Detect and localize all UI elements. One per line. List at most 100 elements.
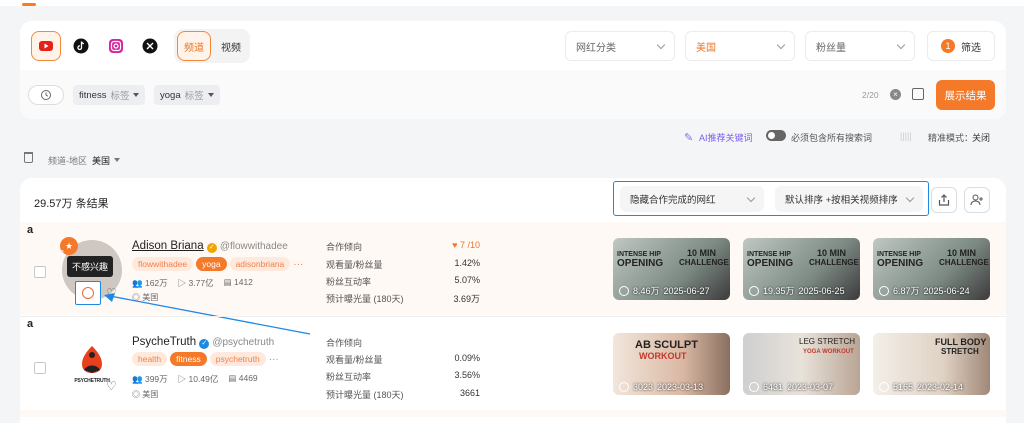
thumb-title: CHALLENGE [939,258,989,267]
content-tag[interactable]: fitness [170,352,207,366]
region-value[interactable]: 美国 [92,154,110,167]
mode-channel-button[interactable]: 频道 [177,31,211,61]
views-value: 10.49亿 [188,374,219,384]
play-icon: ▷ [177,278,187,288]
not-interested-button[interactable] [75,281,101,305]
thumb-title: OPENING [747,258,794,269]
video-thumbnail[interactable]: AB SCULPT WORKOUT 3023 2023-03-13 [613,333,730,395]
content-tag[interactable]: yoga [196,257,227,271]
video-thumbnail[interactable]: FULL BODY STRETCH 5165 2023-02-14 [873,333,990,395]
export-button[interactable] [931,187,957,213]
verified-icon: ✓ [206,243,217,253]
influencer-name[interactable]: Adison Briana ✓ @flowwithadee [132,240,288,253]
search-tag[interactable]: yoga 标签 [154,85,220,105]
ai-keywords-icon[interactable]: ✎ [684,131,693,144]
filter-label: 筛选 [961,42,981,54]
amazon-icon: a [27,224,34,236]
ratio-value: 0.09% [454,353,480,363]
category-dropdown[interactable]: 网红分类 [565,31,675,61]
location: ◎ 美国 [132,389,158,400]
precise-mode-value[interactable]: 关闭 [972,131,990,144]
search-count: 2/20 [862,90,879,100]
video-date: 2023-02-14 [917,382,964,392]
thumb-title: WORKOUT [639,351,687,361]
video-views: 5165 [893,382,914,392]
logo-text: PSYCHETRUTH [74,378,110,384]
region-label: 频道-地区 [48,156,87,166]
video-date: 2025-06-24 [923,285,970,296]
video-date: 2025-06-25 [798,285,845,296]
tag-text: fitness [79,89,107,101]
row-checkbox[interactable] [34,266,46,278]
followers-label: 粉丝量 [816,42,846,54]
engage-value: 3.56% [454,370,480,380]
clear-icon[interactable]: × [890,89,901,100]
ai-keywords-link[interactable]: AI推荐关键词 [699,131,753,144]
verified-icon: ✓ [199,339,210,349]
content-tag[interactable]: flowwithadee [132,257,194,271]
video-thumbnail[interactable]: INTENSE HIP OPENING 10 MIN CHALLENGE 6.8… [873,238,990,300]
tiktok-button[interactable] [66,31,96,61]
meditation-logo-icon [82,346,102,373]
metric-label: 合作倾向 [326,338,363,348]
more-tags-icon[interactable]: ··· [293,259,303,270]
followers-dropdown[interactable]: 粉丝量 [805,31,915,61]
youtube-button[interactable] [31,31,61,61]
history-icon[interactable] [28,85,64,105]
thumb-title: 10 MIN [687,248,717,258]
thumb-title: LEG STRETCH [799,337,856,346]
heart-icon: ♥ [452,240,458,250]
video-views: 19.35万 [763,286,795,296]
more-tags-icon[interactable]: ··· [269,354,279,365]
videos-value: 4469 [238,373,258,383]
handle-text: @flowwithadee [219,241,288,252]
chevron-down-icon [656,40,666,49]
metric-label: 观看量/粉丝量 [326,355,383,365]
country-dropdown[interactable]: 美国 [685,31,795,61]
play-icon [619,382,629,392]
category-label: 网红分类 [576,42,616,54]
metric-label: 粉丝互动率 [326,372,372,382]
sort-dropdown[interactable]: 默认排序 +按相关视频排序 [775,186,923,212]
name-text[interactable]: Adison Briana [132,240,204,252]
stats: 👥 399万 ▷ 10.49亿 ▤ 4469 [132,373,258,385]
video-count-icon: ▤ [228,373,237,383]
tag-type: 标签 [110,91,130,102]
influencer-name[interactable]: PsycheTruth ✓ @psychetruth [132,336,274,349]
rank-number: 3 [60,250,64,257]
name-text[interactable]: PsycheTruth [132,336,196,348]
mode-video-button[interactable]: 视频 [214,31,248,61]
chevron-down-icon [896,40,906,49]
search-tag[interactable]: fitness 标签 [73,85,146,105]
video-thumbnail[interactable]: INTENSE HIP OPENING 10 MIN CHALLENGE 8.4… [613,238,730,300]
youtube-icon [39,41,53,51]
video-views: 6431 [763,382,784,392]
filter-button[interactable]: 1 筛选 [927,31,995,61]
row-checkbox[interactable] [34,362,46,374]
video-count-icon: ▤ [223,277,232,287]
video-thumbnail[interactable]: INTENSE HIP OPENING 10 MIN CHALLENGE 19.… [743,238,860,300]
instagram-button[interactable] [101,31,131,61]
sort-label: 默认排序 +按相关视频排序 [785,195,898,206]
x-button[interactable] [135,31,165,61]
caret-down-icon [133,93,140,97]
thumb-title: 10 MIN [947,248,977,258]
handle-text: @psychetruth [212,337,275,348]
location-icon: ◎ [132,390,140,399]
content-tag[interactable]: adisonbriana [229,257,291,271]
content-tag[interactable]: psychetruth [209,352,266,366]
video-thumbnail[interactable]: LEG STRETCH YOGA WORKOUT 6431 2023-03-07 [743,333,860,395]
followers-icon: 👥 [132,278,143,288]
hide-completed-dropdown[interactable]: 隐藏合作完成的网红 [620,186,764,212]
video-date: 2023-03-07 [787,382,834,392]
content-tag[interactable]: health [132,352,168,366]
show-results-button[interactable]: 展示结果 [936,80,995,110]
thumb-title: FULL BODY [935,337,987,347]
must-include-toggle[interactable] [766,130,786,141]
add-user-button[interactable] [964,187,990,213]
save-icon[interactable] [912,88,924,100]
favorite-icon[interactable]: ♡ [106,379,117,393]
video-views: 3023 [633,382,654,392]
top-tab-indicator [0,0,1024,6]
trash-icon[interactable] [24,152,33,163]
